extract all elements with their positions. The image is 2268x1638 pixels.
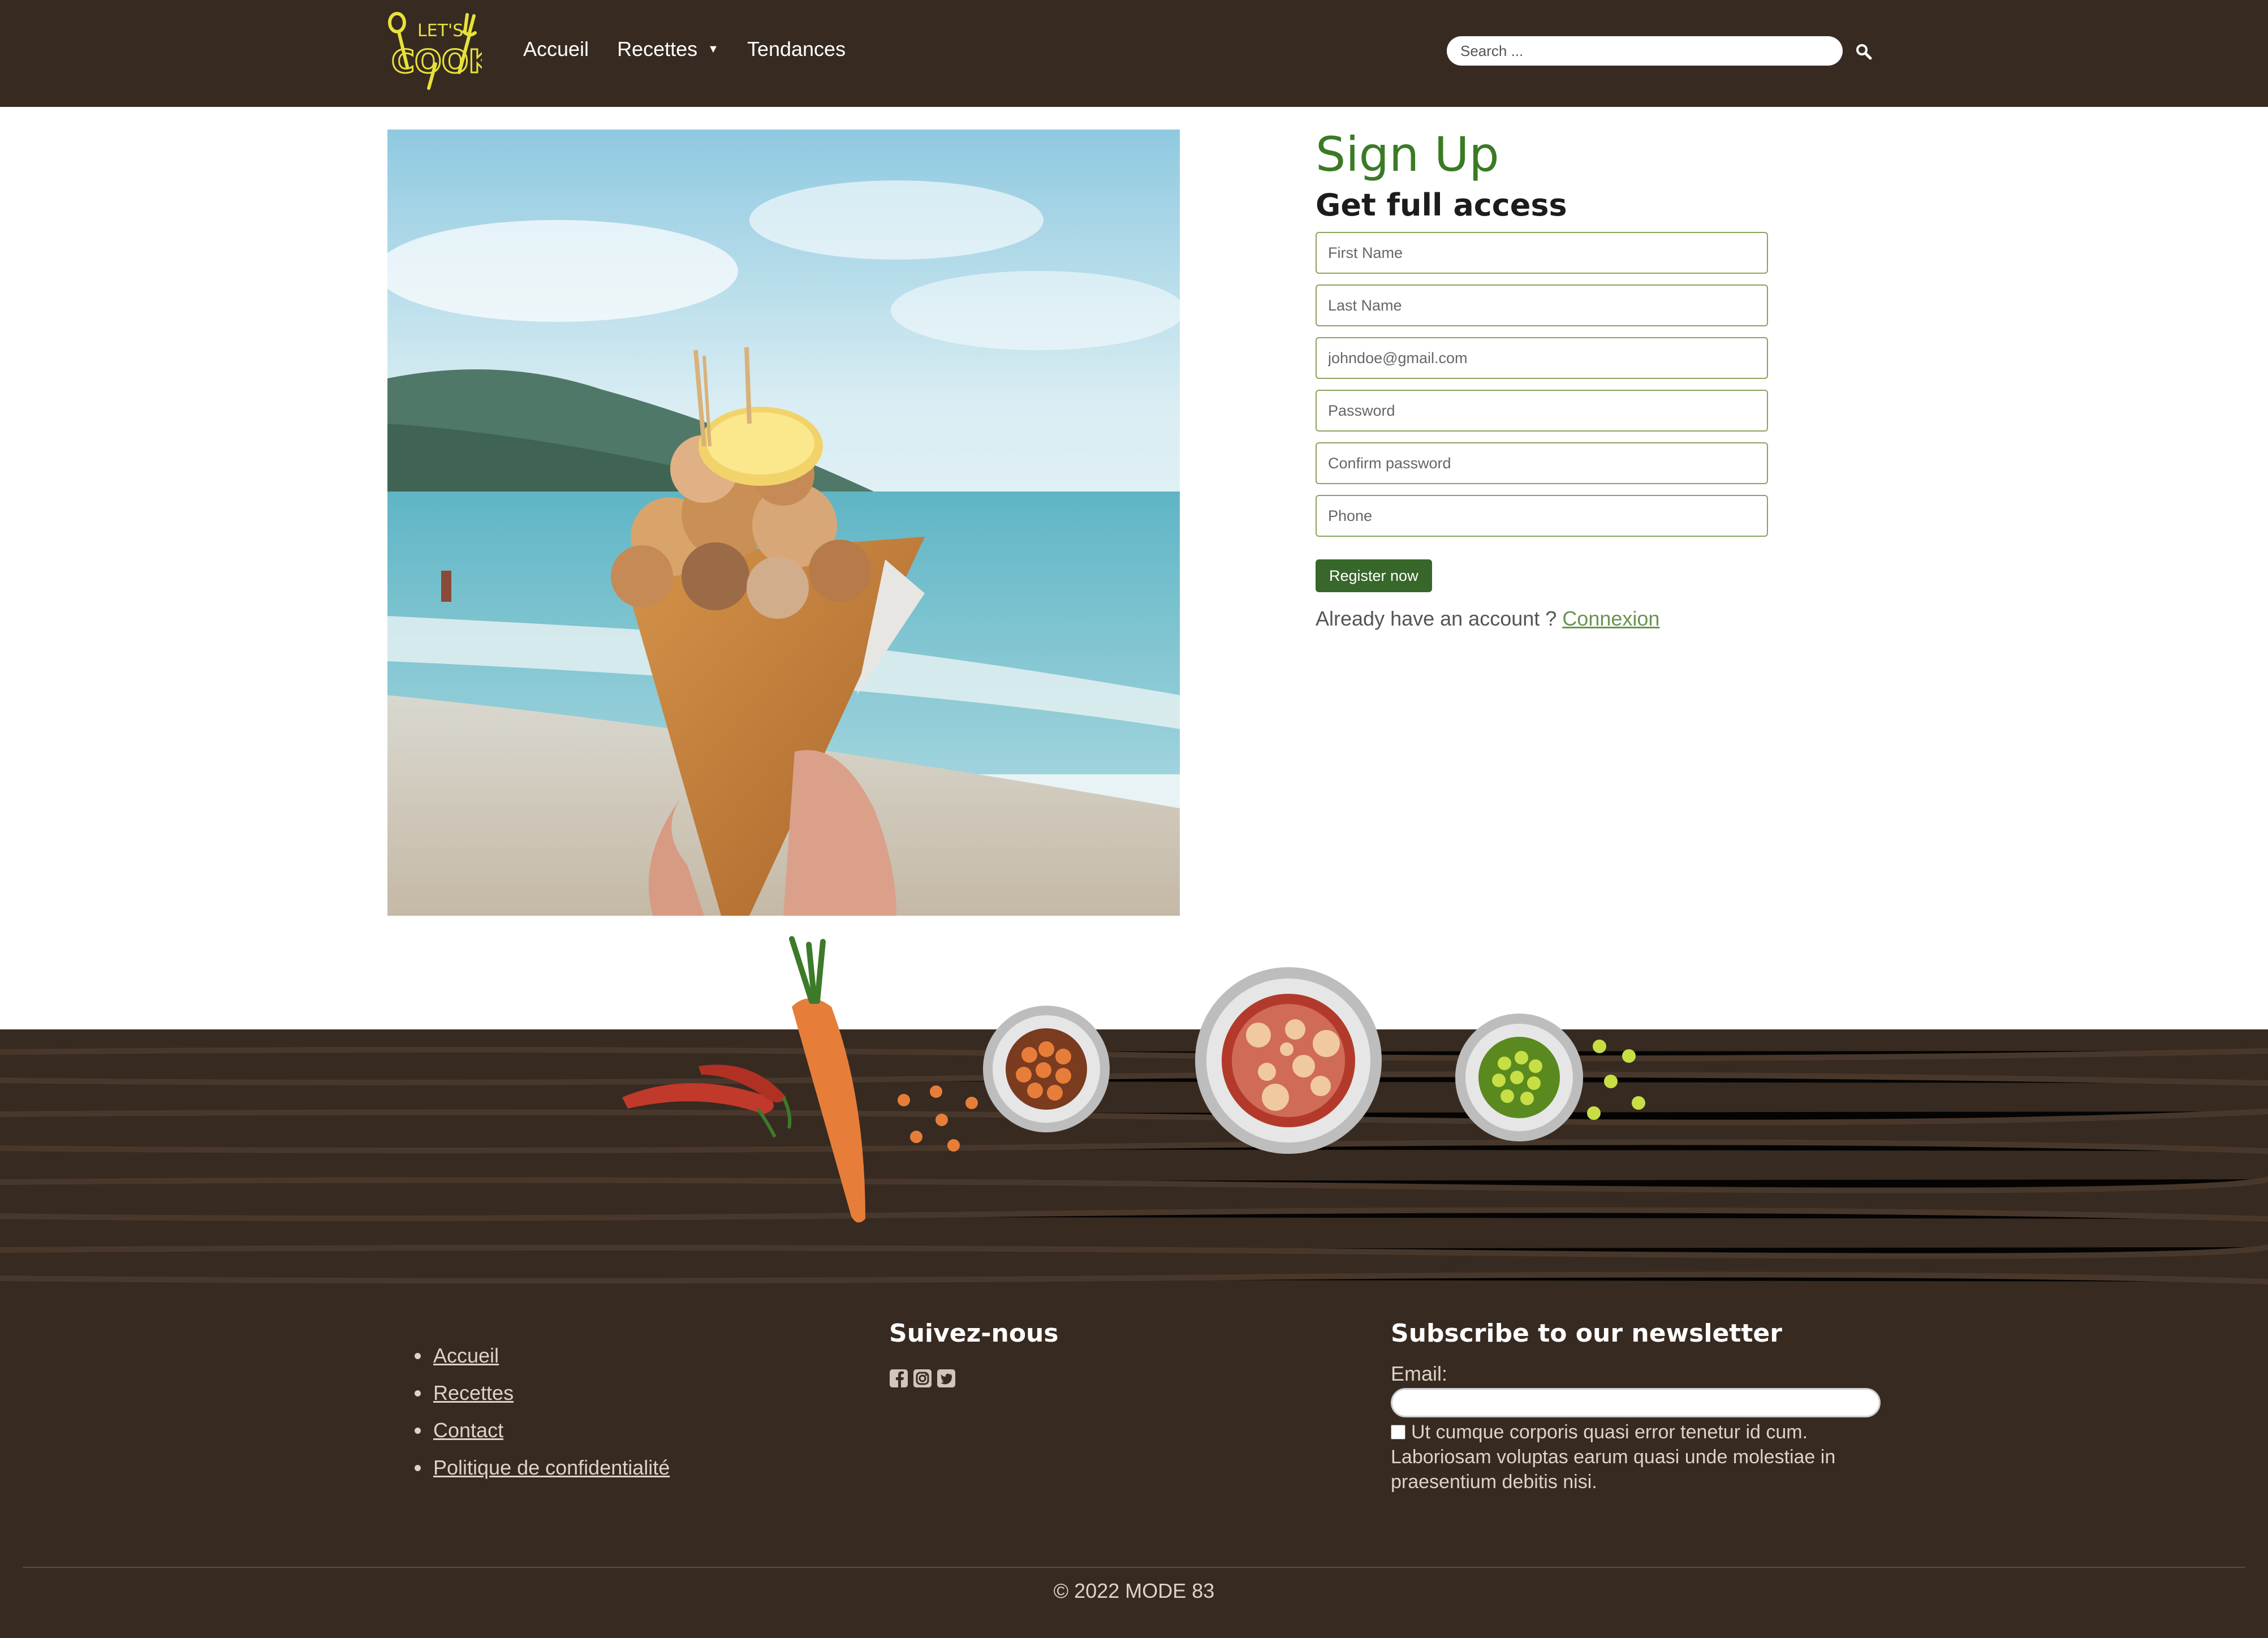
social-links: [889, 1369, 956, 1388]
search-input[interactable]: [1447, 36, 1843, 66]
site-header: LET'S COOK Accueil Recettes ▼ Tendances: [0, 0, 2268, 107]
login-prompt: Already have an account ? Connexion: [1316, 607, 1825, 631]
nav-item-label: Tendances: [747, 37, 846, 61]
footer-divider: [23, 1567, 2245, 1568]
signup-form: Sign Up Get full access Register now Alr…: [1316, 123, 1825, 631]
last-name-field[interactable]: [1316, 285, 1768, 326]
caret-down-icon: ▼: [708, 42, 719, 55]
first-name-field[interactable]: [1316, 232, 1768, 274]
newsletter-consent: Ut cumque corporis quasi error tenetur i…: [1391, 1420, 1900, 1494]
email-label: Email:: [1391, 1362, 1448, 1385]
nav-item-accueil[interactable]: Accueil: [523, 37, 589, 61]
lets-cook-logo[interactable]: LET'S COOK: [385, 10, 482, 92]
consent-text: Ut cumque corporis quasi error tenetur i…: [1391, 1421, 1836, 1493]
login-link[interactable]: Connexion: [1562, 607, 1659, 630]
newsletter-title: Subscribe to our newsletter: [1391, 1319, 1782, 1348]
search-icon[interactable]: [1855, 43, 1872, 60]
footer-link-item: Recettes: [415, 1381, 670, 1405]
email-field[interactable]: [1316, 337, 1768, 379]
nav-item-label: Recettes: [617, 37, 698, 61]
nav-item-recettes[interactable]: Recettes ▼: [617, 37, 719, 61]
login-prompt-text: Already have an account ?: [1316, 607, 1557, 630]
instagram-icon[interactable]: [913, 1369, 932, 1388]
footer-link-recettes[interactable]: Recettes: [433, 1381, 514, 1405]
footer-link-item: Contact: [415, 1419, 670, 1442]
nav-item-tendances[interactable]: Tendances: [747, 37, 846, 61]
page-title: Sign Up: [1316, 127, 1499, 182]
footer-link-accueil[interactable]: Accueil: [433, 1344, 499, 1368]
footer-nav: Accueil Recettes Contact Politique de co…: [415, 1344, 670, 1493]
svg-text:LET'S: LET'S: [417, 21, 463, 41]
consent-checkbox[interactable]: [1391, 1425, 1405, 1439]
twitter-icon[interactable]: [937, 1369, 956, 1388]
follow-title: Suivez-nous: [889, 1319, 1059, 1348]
footer-link-item: Politique de confidentialité: [415, 1456, 670, 1480]
food-illustration: [622, 936, 1645, 1223]
register-button[interactable]: Register now: [1316, 559, 1432, 592]
copyright: © 2022 MODE 83: [1053, 1579, 1215, 1602]
svg-text:COOK: COOK: [391, 44, 482, 80]
hero-photo: [387, 130, 1180, 916]
password-field[interactable]: [1316, 390, 1768, 432]
phone-field[interactable]: [1316, 495, 1768, 537]
newsletter-email-input[interactable]: [1391, 1388, 1881, 1417]
nav-item-label: Accueil: [523, 37, 589, 61]
footer-link-privacy[interactable]: Politique de confidentialité: [433, 1456, 670, 1480]
footer-link-contact[interactable]: Contact: [433, 1419, 503, 1442]
main-nav: Accueil Recettes ▼ Tendances: [523, 37, 874, 61]
carrot-icon: [792, 998, 865, 1223]
footer-link-item: Accueil: [415, 1344, 670, 1368]
confirm-password-field[interactable]: [1316, 442, 1768, 484]
facebook-icon[interactable]: [889, 1369, 908, 1388]
page-subtitle: Get full access: [1316, 187, 1567, 223]
